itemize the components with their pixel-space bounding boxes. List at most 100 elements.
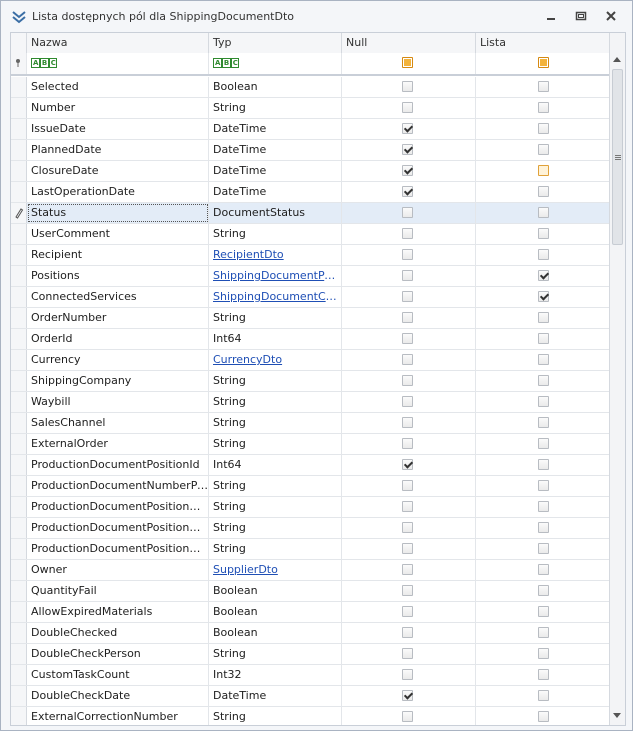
table-row[interactable]: ConnectedServicesShippingDocumentConn... — [11, 287, 609, 308]
list-checkbox[interactable] — [538, 186, 549, 197]
field-name-cell[interactable]: UserComment — [27, 224, 209, 244]
table-row[interactable]: QuantityFail Boolean — [11, 581, 609, 602]
list-checkbox[interactable] — [538, 438, 549, 449]
table-row[interactable]: Currency CurrencyDto — [11, 350, 609, 371]
table-row[interactable]: ProductionDocumentPositionMater...String — [11, 518, 609, 539]
table-row[interactable]: AllowExpiredMaterials Boolean — [11, 602, 609, 623]
table-row[interactable]: PlannedDate DateTime — [11, 140, 609, 161]
filter-type-cell[interactable]: ABC — [209, 53, 342, 74]
list-checkbox[interactable] — [538, 690, 549, 701]
column-header-type[interactable]: Typ — [209, 33, 342, 53]
list-checkbox[interactable] — [538, 711, 549, 722]
row-indicator[interactable] — [11, 119, 27, 139]
field-name-cell[interactable]: Owner — [27, 560, 209, 580]
table-row[interactable]: Recipient RecipientDto — [11, 245, 609, 266]
row-indicator[interactable] — [11, 686, 27, 706]
table-row[interactable]: ProductionDocumentPositionId Int64 — [11, 455, 609, 476]
field-name-cell[interactable]: ProductionDocumentPositionMater... — [27, 497, 209, 517]
table-row[interactable]: ProductionDocumentPositionMater...String — [11, 497, 609, 518]
table-row[interactable]: OrderId Int64 — [11, 329, 609, 350]
field-type-link[interactable]: CurrencyDto — [209, 350, 342, 370]
row-indicator[interactable] — [11, 266, 27, 286]
null-checkbox[interactable] — [402, 627, 413, 638]
filter-name-cell[interactable]: ABC — [27, 53, 209, 74]
minimize-button[interactable] — [542, 8, 560, 24]
field-name-cell[interactable]: PlannedDate — [27, 140, 209, 160]
null-checkbox[interactable] — [402, 417, 413, 428]
table-row[interactable]: Number String — [11, 98, 609, 119]
null-checkbox[interactable] — [402, 396, 413, 407]
field-name-cell[interactable]: SalesChannel — [27, 413, 209, 433]
list-checkbox[interactable] — [538, 564, 549, 575]
field-name-cell[interactable]: ProductionDocumentPositionId — [27, 455, 209, 475]
table-row[interactable]: OrderNumber String — [11, 308, 609, 329]
row-indicator[interactable] — [11, 161, 27, 181]
table-row[interactable]: ProductionDocumentPositionMater...String — [11, 539, 609, 560]
row-indicator[interactable] — [11, 224, 27, 244]
row-indicator[interactable] — [11, 140, 27, 160]
null-checkbox[interactable] — [402, 228, 413, 239]
list-checkbox[interactable] — [538, 207, 549, 218]
filter-list-checkbox[interactable] — [538, 57, 549, 68]
row-indicator[interactable] — [11, 77, 27, 97]
field-name-cell[interactable]: OrderNumber — [27, 308, 209, 328]
row-indicator[interactable] — [11, 245, 27, 265]
field-name-cell[interactable]: CustomTaskCount — [27, 665, 209, 685]
table-row[interactable]: ClosureDate DateTime — [11, 161, 609, 182]
list-checkbox[interactable] — [538, 102, 549, 113]
null-checkbox[interactable] — [402, 375, 413, 386]
list-checkbox[interactable] — [538, 648, 549, 659]
table-row[interactable]: PositionsShippingDocumentPositi... — [11, 266, 609, 287]
field-name-cell[interactable]: ProductionDocumentPositionMater... — [27, 518, 209, 538]
list-checkbox[interactable] — [538, 627, 549, 638]
table-row[interactable]: ProductionDocumentNumberPositionString — [11, 476, 609, 497]
field-name-cell[interactable]: OrderId — [27, 329, 209, 349]
row-indicator[interactable] — [11, 434, 27, 454]
table-row[interactable]: Owner SupplierDto — [11, 560, 609, 581]
row-indicator[interactable] — [11, 455, 27, 475]
field-name-cell[interactable]: ClosureDate — [27, 161, 209, 181]
list-checkbox[interactable] — [538, 459, 549, 470]
null-checkbox[interactable] — [402, 354, 413, 365]
null-checkbox[interactable] — [402, 480, 413, 491]
field-name-cell[interactable]: ProductionDocumentPositionMater... — [27, 539, 209, 559]
null-checkbox[interactable] — [402, 81, 413, 92]
table-row[interactable]: Status DocumentStatus — [11, 203, 609, 224]
null-checkbox[interactable] — [402, 249, 413, 260]
row-indicator[interactable] — [11, 581, 27, 601]
field-name-cell[interactable]: DoubleChecked — [27, 623, 209, 643]
row-indicator[interactable] — [11, 350, 27, 370]
field-name-cell[interactable]: Positions — [27, 266, 209, 286]
list-checkbox[interactable] — [538, 144, 549, 155]
filter-null-checkbox[interactable] — [402, 57, 413, 68]
list-checkbox[interactable] — [538, 522, 549, 533]
null-checkbox[interactable] — [402, 522, 413, 533]
list-checkbox[interactable] — [538, 270, 549, 281]
null-checkbox[interactable] — [402, 102, 413, 113]
null-checkbox[interactable] — [402, 207, 413, 218]
list-checkbox[interactable] — [538, 354, 549, 365]
null-checkbox[interactable] — [402, 186, 413, 197]
table-row[interactable]: Waybill String — [11, 392, 609, 413]
table-row[interactable]: LastOperationDate DateTime — [11, 182, 609, 203]
field-type-link[interactable]: RecipientDto — [209, 245, 342, 265]
row-indicator[interactable] — [11, 308, 27, 328]
list-checkbox[interactable] — [538, 123, 549, 134]
column-header-null[interactable]: Null — [342, 33, 476, 53]
list-checkbox[interactable] — [538, 249, 549, 260]
null-checkbox[interactable] — [402, 669, 413, 680]
field-name-cell[interactable]: Currency — [27, 350, 209, 370]
table-row[interactable]: DoubleCheckPerson String — [11, 644, 609, 665]
null-checkbox[interactable] — [402, 459, 413, 470]
field-name-cell[interactable]: QuantityFail — [27, 581, 209, 601]
field-name-cell[interactable]: Waybill — [27, 392, 209, 412]
field-type-link[interactable]: ShippingDocumentConn... — [209, 287, 342, 307]
row-indicator[interactable] — [11, 497, 27, 517]
field-type-link[interactable]: SupplierDto — [209, 560, 342, 580]
list-checkbox[interactable] — [538, 291, 549, 302]
list-checkbox[interactable] — [538, 585, 549, 596]
null-checkbox[interactable] — [402, 606, 413, 617]
null-checkbox[interactable] — [402, 123, 413, 134]
title-bar[interactable]: Lista dostępnych pól dla ShippingDocumen… — [1, 1, 632, 31]
row-indicator[interactable] — [11, 707, 27, 725]
